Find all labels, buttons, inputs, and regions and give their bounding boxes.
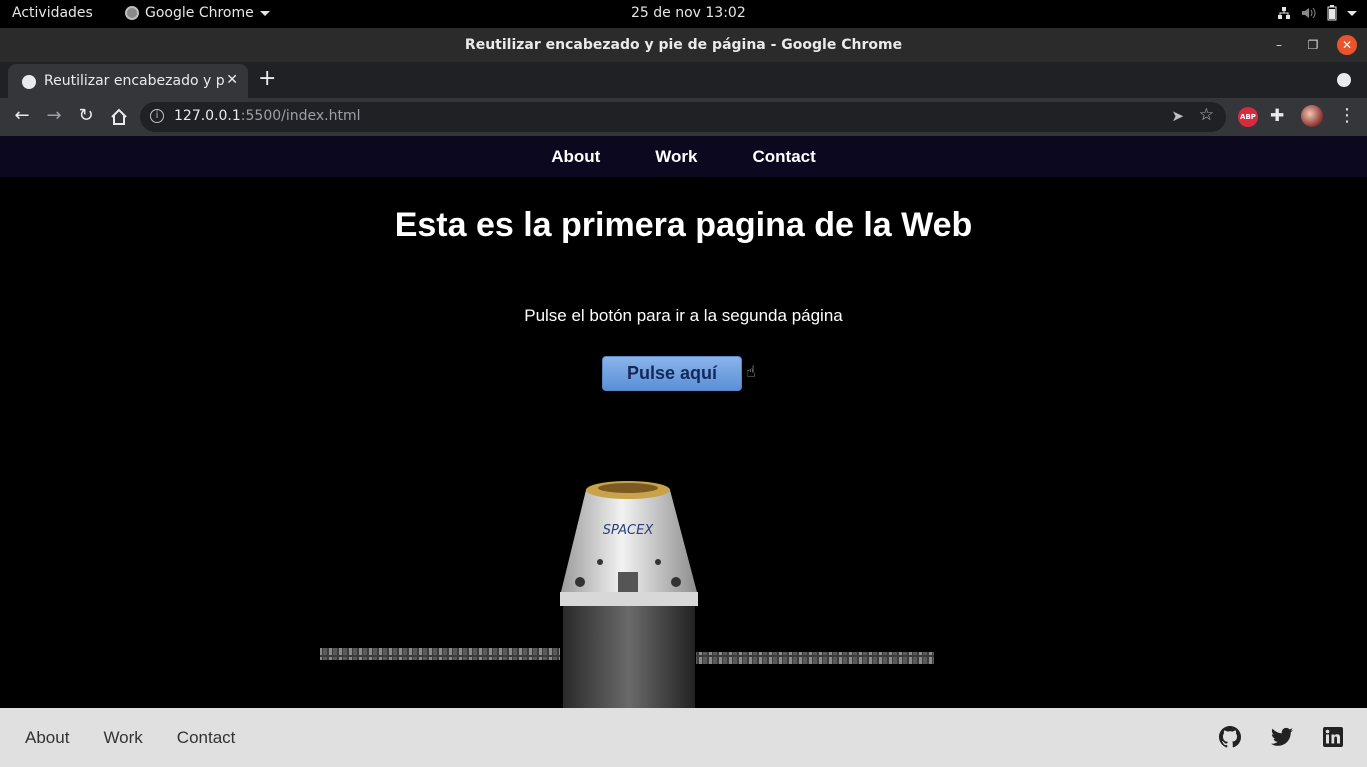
forward-button[interactable]: → [43,105,65,126]
address-url[interactable]: 127.0.0.1:5500/index.html [174,108,361,124]
tab-strip: Reutilizar encabezado y pie de página ✕ … [0,62,1367,98]
nav-link-work[interactable]: Work [655,147,697,177]
page-viewport: About Work Contact Esta es la primera pa… [0,136,1367,767]
twitter-icon[interactable] [1271,727,1293,747]
battery-icon [1327,5,1337,21]
site-footer: About Work Contact [0,708,1367,767]
profile-avatar[interactable] [1301,105,1323,127]
close-tab-icon[interactable]: ✕ [226,72,238,88]
hand-cursor-icon: ☝ [746,362,756,381]
chrome-icon [125,6,139,20]
reload-button[interactable]: ↻ [75,105,97,126]
volume-icon [1302,7,1316,19]
linkedin-icon[interactable] [1323,727,1343,747]
capsule-logo-text: SPACEX [603,523,655,538]
site-header-nav: About Work Contact [0,136,1367,177]
chevron-down-icon [1347,10,1357,16]
info-icon[interactable]: i [150,109,164,123]
github-icon[interactable] [1219,726,1241,748]
bookmark-star-icon[interactable]: ☆ [1199,105,1214,125]
tab-search-button[interactable] [1337,73,1351,87]
go-to-second-page-button[interactable]: Pulse aquí [602,356,742,391]
footer-link-work[interactable]: Work [103,728,142,748]
address-bar[interactable]: i 127.0.0.1:5500/index.html ➤ ☆ [140,102,1226,132]
tab-label: Reutilizar encabezado y pie de página [44,73,224,89]
window-title-bar[interactable]: Reutilizar encabezado y pie de página - … [0,28,1367,62]
footer-link-about[interactable]: About [25,728,69,748]
more-menu-icon[interactable]: ⋮ [1338,105,1356,126]
instruction-text: Pulse el botón para ir a la segunda pági… [524,306,843,325]
window-title: Reutilizar encabezado y pie de página - … [464,37,903,53]
send-icon[interactable]: ➤ [1171,107,1184,125]
minimize-button[interactable]: – [1269,35,1289,55]
url-path: :5500/index.html [240,108,361,124]
solar-panel-right [696,652,934,664]
browser-toolbar: ← → ↻ i 127.0.0.1:5500/index.html ➤ ☆ AB… [0,98,1367,136]
activities-button[interactable]: Actividades [12,5,93,21]
chevron-down-icon [259,10,270,16]
page-title: Esta es la primera pagina de la Web [394,206,973,244]
footer-link-contact[interactable]: Contact [177,728,236,748]
extensions-puzzle-icon[interactable]: ✚ [1270,106,1284,126]
solar-panel-left [320,648,560,660]
new-tab-button[interactable]: + [258,68,276,90]
app-menu-label: Google Chrome [145,5,254,21]
maximize-button[interactable]: ❐ [1303,35,1323,55]
network-icon [1278,7,1290,19]
home-button[interactable] [108,108,130,126]
close-window-button[interactable]: ✕ [1337,35,1357,55]
app-menu[interactable]: Google Chrome [125,5,270,21]
system-tray[interactable] [1277,5,1357,21]
nav-link-contact[interactable]: Contact [753,147,816,177]
clock[interactable]: 25 de nov 13:02 [631,5,746,21]
spacex-dragon-image: SPACEX [320,481,934,716]
url-host: 127.0.0.1 [174,108,241,124]
back-button[interactable]: ← [11,105,33,126]
globe-icon [22,75,36,89]
nav-link-about[interactable]: About [551,147,600,177]
system-top-bar: Actividades Google Chrome 25 de nov 13:0… [0,0,1367,28]
browser-tab[interactable]: Reutilizar encabezado y pie de página ✕ [8,64,248,98]
adblock-plus-icon[interactable]: ABP [1238,107,1258,127]
